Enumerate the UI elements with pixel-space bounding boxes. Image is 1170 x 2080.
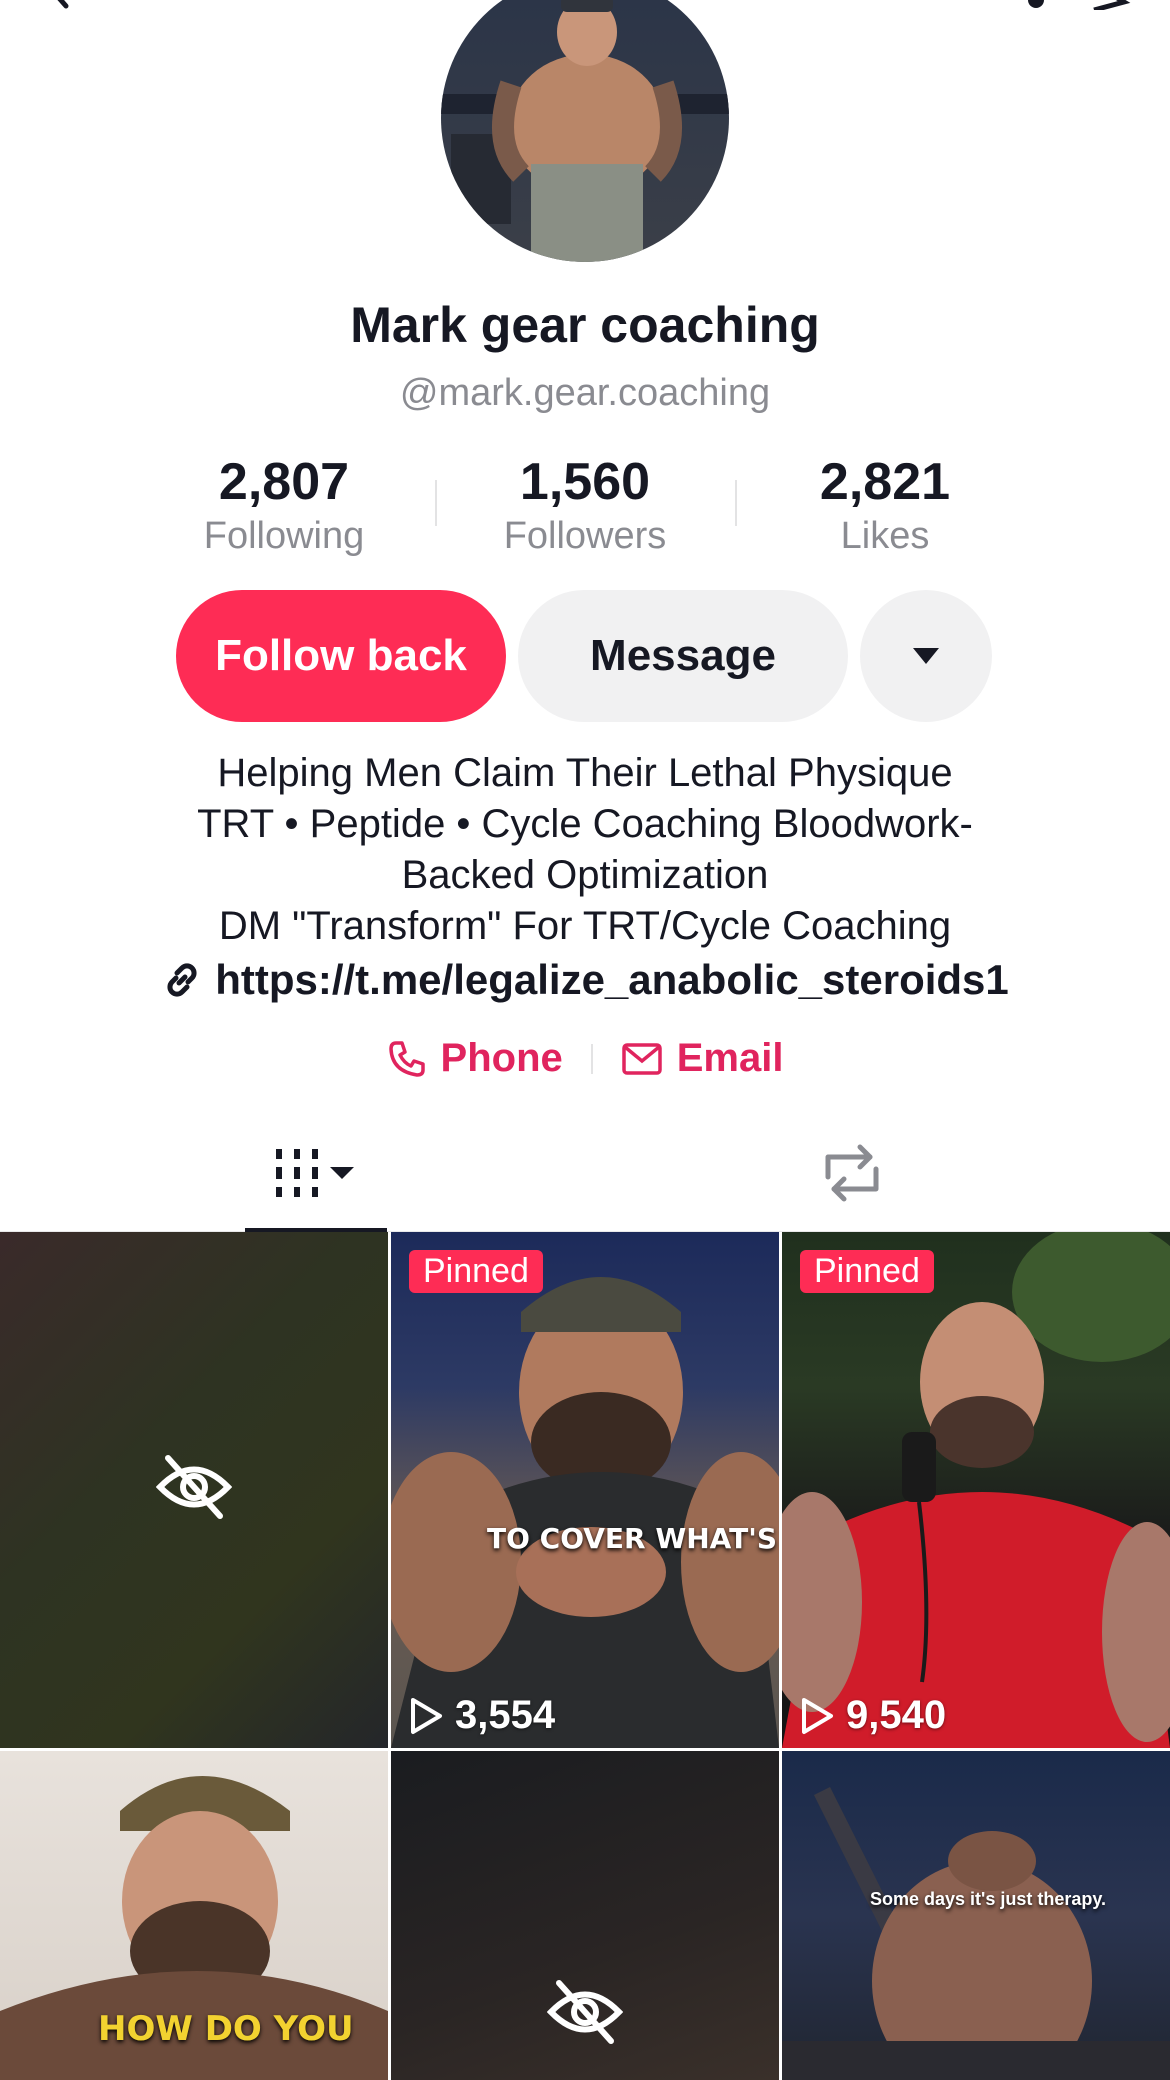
email-icon <box>622 1042 662 1075</box>
email-button[interactable]: Email <box>621 1036 784 1081</box>
stat-likes[interactable]: 2,821 Likes <box>735 452 1035 560</box>
likes-label: Likes <box>840 515 930 557</box>
tab-videos[interactable] <box>245 1114 387 1232</box>
video-grid: TO COVER WHAT'S Pinned 3,554 Pinned 9,54… <box>0 1232 1170 2080</box>
video-tile[interactable]: Pinned 9,540 <box>782 1232 1170 1748</box>
video-tile[interactable]: TO COVER WHAT'S Pinned 3,554 <box>391 1232 779 1748</box>
bio-line: DM "Transform" For TRT/Cycle Coaching <box>218 904 952 948</box>
phone-icon <box>388 1040 425 1077</box>
view-count-text: 3,554 <box>455 1693 556 1737</box>
profile-stats: 2,807 Following 1,560 Followers 2,821 Li… <box>0 452 1170 562</box>
follow-back-button[interactable]: Follow back <box>176 590 506 722</box>
video-tile[interactable] <box>391 1751 779 2080</box>
display-name: Mark gear coaching <box>350 297 820 353</box>
video-caption: HOW DO YOU <box>98 2009 354 2049</box>
back-arrow-icon[interactable] <box>40 0 80 10</box>
content-tabs <box>0 1114 1170 1233</box>
bio-link-text[interactable]: https://t.me/legalize_anabolic_steroids1 <box>215 956 1009 1004</box>
bio-line: TRT • Peptide • Cycle Coaching Bloodwork… <box>197 802 973 846</box>
notification-and-share-icons[interactable] <box>984 0 1134 10</box>
view-count: 3,554 <box>409 1693 555 1738</box>
video-caption: TO COVER WHAT'S <box>487 1522 778 1555</box>
phone-label: Phone <box>440 1036 563 1080</box>
eye-slash-icon <box>156 1455 232 1519</box>
eye-slash-icon <box>547 1980 623 2044</box>
following-label: Following <box>203 515 365 557</box>
stat-divider <box>735 480 737 526</box>
bio-line: Backed Optimization <box>401 853 769 897</box>
play-icon <box>802 1697 833 1734</box>
stat-following[interactable]: 2,807 Following <box>134 452 434 560</box>
contact-divider <box>590 1043 593 1074</box>
video-tile[interactable]: Some days it's just therapy. <box>782 1751 1170 2080</box>
repost-icon <box>825 1144 879 1202</box>
phone-button[interactable]: Phone <box>387 1036 563 1081</box>
more-options-button[interactable] <box>860 590 992 722</box>
bio: Helping Men Claim Their Lethal Physique … <box>100 748 1070 952</box>
grid-videos-icon <box>276 1149 354 1197</box>
stat-divider <box>435 480 437 526</box>
followers-count: 1,560 <box>519 453 651 511</box>
view-count-text: 9,540 <box>846 1693 947 1737</box>
stat-followers[interactable]: 1,560 Followers <box>435 452 735 560</box>
bio-line: Helping Men Claim Their Lethal Physique <box>217 751 953 795</box>
email-label: Email <box>676 1036 784 1080</box>
view-count: 9,540 <box>800 1693 946 1738</box>
caret-down-icon <box>913 648 939 664</box>
bio-link[interactable]: https://t.me/legalize_anabolic_steroids1 <box>0 956 1170 1004</box>
following-count: 2,807 <box>218 453 350 511</box>
pinned-badge: Pinned <box>800 1250 934 1293</box>
play-icon <box>411 1697 442 1734</box>
video-thumbnail <box>782 1786 1170 2080</box>
video-tile[interactable] <box>0 1232 388 1748</box>
video-thumbnail <box>782 1232 1170 1748</box>
link-icon <box>167 963 197 997</box>
tab-reposts[interactable] <box>812 1114 892 1232</box>
video-caption: Some days it's just therapy. <box>870 1889 1107 1909</box>
username-handle: @mark.gear.coaching <box>399 372 771 414</box>
video-tile[interactable]: HOW DO YOU <box>0 1751 388 2080</box>
video-thumbnail <box>391 1277 779 1748</box>
contact-row: Phone Email <box>0 1036 1170 1081</box>
pinned-badge: Pinned <box>409 1250 543 1293</box>
message-button[interactable]: Message <box>518 590 848 722</box>
followers-label: Followers <box>503 515 667 557</box>
avatar[interactable] <box>441 0 729 262</box>
likes-count: 2,821 <box>819 453 951 511</box>
